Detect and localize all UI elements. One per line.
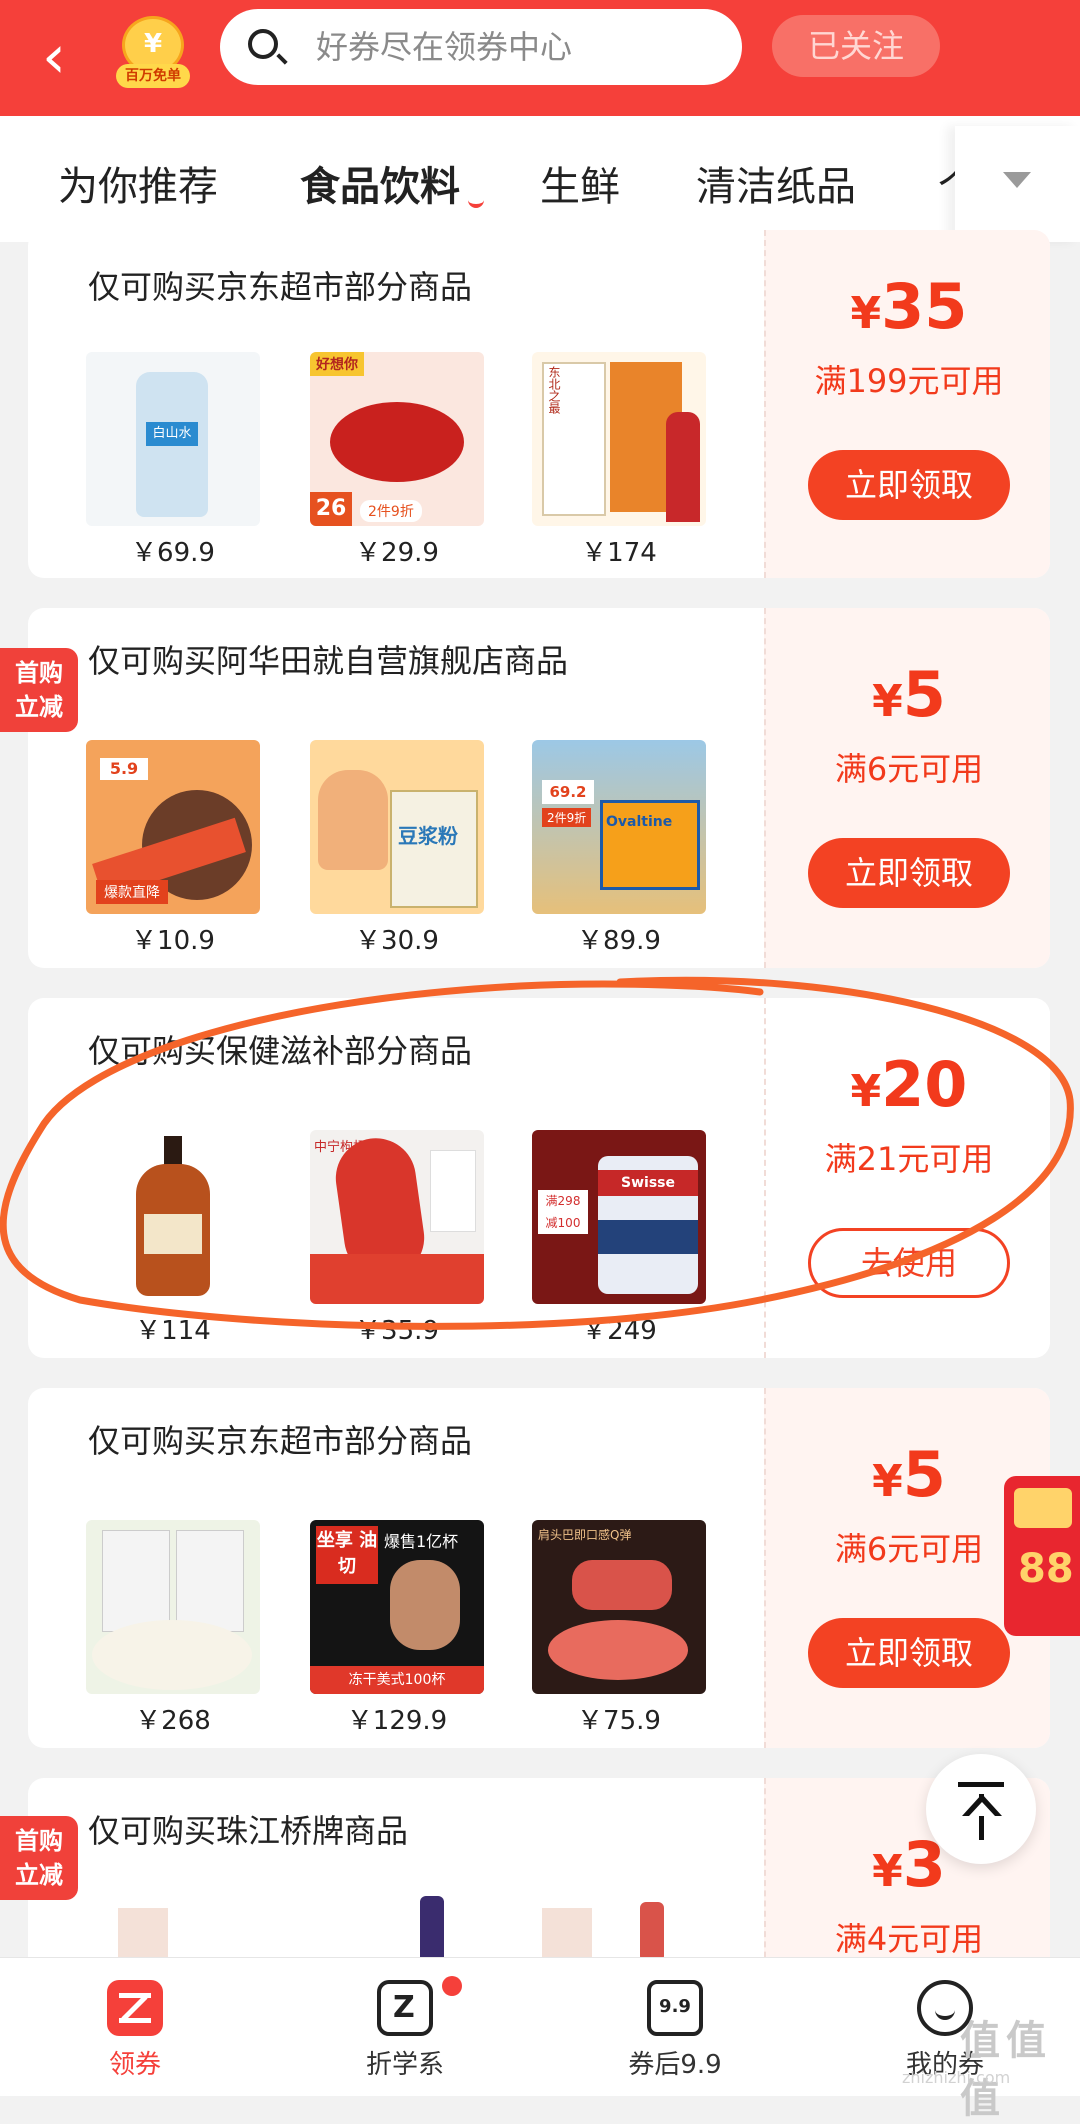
coupon-card: 仅可购买京东超市部分商品 ￥268 坐享 油切 爆售1亿杯 冻干美式100杯 ￥… (28, 1388, 1050, 1748)
coupon-value-panel: ¥5 满6元可用 立即领取 (764, 608, 1050, 968)
product-image: 好想你 26 2件9折 (310, 352, 484, 526)
coupon-title: 仅可购买保健滋补部分商品 (88, 1032, 473, 1070)
product-item[interactable]: 豆浆粉 ￥30.9 (310, 740, 484, 957)
coupon-title: 仅可购买阿华田就自营旗舰店商品 (88, 642, 569, 680)
coupon-condition: 满4元可用 (834, 1920, 984, 1958)
product-price: ￥30.9 (355, 926, 439, 956)
badge-label: 百万免单 (116, 64, 190, 88)
red-envelope-float[interactable]: 88 (1004, 1476, 1080, 1636)
coupon-card: 仅可购买阿华田就自营旗舰店商品 5.9 爆款直降 ￥10.9 豆浆粉 ￥30.9… (28, 608, 1050, 968)
product-price: ￥114 (135, 1316, 211, 1346)
product-image: 坐享 油切 爆售1亿杯 冻干美式100杯 (310, 1520, 484, 1694)
use-coupon-button[interactable]: 去使用 (808, 1228, 1010, 1298)
coupon-amount: ¥35 (850, 270, 968, 343)
product-image: 白山水 (86, 352, 260, 526)
site-watermark-url: zhizhizhi.com (902, 2068, 1011, 2087)
product-item[interactable]: 白山水 ￥69.9 (86, 352, 260, 569)
product-item[interactable]: ￥268 (86, 1520, 260, 1737)
product-image: 69.2 2件9折 Ovaltine (532, 740, 706, 914)
follow-button[interactable]: 已关注 (772, 15, 940, 77)
product-image: 中宁枸杞 (310, 1130, 484, 1304)
product-item[interactable]: 好想你 26 2件9折 ￥29.9 (310, 352, 484, 569)
nav-item-coupons[interactable]: 领券 (0, 1958, 270, 2096)
coupon-condition: 满6元可用 (834, 750, 984, 788)
product-price: ￥174 (581, 538, 657, 568)
notification-dot (442, 1976, 462, 1996)
tab-cleaning-paper[interactable]: 清洁纸品 (696, 154, 856, 212)
back-arrow-icon[interactable]: ‹ (42, 22, 102, 92)
z-box-icon: Z (377, 1980, 433, 2036)
site-watermark: 值值值 (960, 2018, 1052, 2122)
search-icon (248, 29, 278, 59)
coupon-value-panel: ¥35 满199元可用 立即领取 (764, 230, 1050, 578)
product-item[interactable]: 坐享 油切 爆售1亿杯 冻干美式100杯 ￥129.9 (310, 1520, 484, 1737)
first-purchase-discount-tag: 首购 立减 (0, 1816, 78, 1900)
expand-tabs-chevron-icon[interactable] (955, 126, 1080, 242)
product-price: ￥10.9 (131, 926, 215, 956)
product-item[interactable]: 69.2 2件9折 Ovaltine ￥89.9 (532, 740, 706, 957)
product-price: ￥89.9 (577, 926, 661, 956)
product-item[interactable]: 东北之最 ￥174 (532, 352, 706, 569)
top-header: ‹ 百万免单 好券尽在领券中心 已关注 (0, 0, 1080, 116)
product-item[interactable]: 5.9 爆款直降 ￥10.9 (86, 740, 260, 957)
nine-nine-icon: 9.9 (647, 1980, 703, 2036)
coupon-amount: ¥5 (872, 658, 946, 731)
tab-fresh[interactable]: 生鲜 (540, 154, 620, 212)
first-purchase-discount-tag: 首购 立减 (0, 648, 78, 732)
claim-coupon-button[interactable]: 立即领取 (808, 1618, 1010, 1688)
nav-item-after-coupon-9-9[interactable]: 9.9 券后9.9 (540, 1958, 810, 2096)
product-image: 5.9 爆款直降 (86, 740, 260, 914)
coupon-title: 仅可购买珠江桥牌商品 (88, 1812, 409, 1850)
product-image (86, 1130, 260, 1304)
product-price: ￥35.9 (355, 1316, 439, 1346)
product-item[interactable]: 满298 减100 Swisse ￥249 (532, 1130, 706, 1347)
product-image (86, 1520, 260, 1694)
product-item[interactable]: 中宁枸杞 ￥35.9 (310, 1130, 484, 1347)
tab-recommend[interactable]: 为你推荐 (58, 154, 218, 212)
product-price: ￥249 (581, 1316, 657, 1346)
search-placeholder: 好券尽在领券中心 (316, 28, 573, 66)
back-to-top-icon[interactable] (926, 1754, 1036, 1864)
product-image: 肩头巴即口感Q弹 (532, 1520, 706, 1694)
coupon-amount: ¥20 (850, 1048, 968, 1121)
category-tabs: 为你推荐 食品饮料 生鲜 清洁纸品 个 (0, 116, 1080, 242)
claim-coupon-button[interactable]: 立即领取 (808, 838, 1010, 908)
search-input[interactable]: 好券尽在领券中心 (220, 9, 742, 85)
tab-food-drinks[interactable]: 食品饮料 (300, 154, 460, 212)
product-price: ￥69.9 (131, 538, 215, 568)
coupon-card: 仅可购买京东超市部分商品 白山水 ￥69.9 好想你 26 2件9折 ￥29.9… (28, 230, 1050, 578)
product-image: 豆浆粉 (310, 740, 484, 914)
product-price: ￥75.9 (577, 1706, 661, 1736)
nav-item-zhexuexi[interactable]: Z 折学系 (270, 1958, 540, 2096)
coupon-card: 仅可购买保健滋补部分商品 ￥114 中宁枸杞 ￥35.9 满298 减100 S… (28, 998, 1050, 1358)
coupon-condition: 满199元可用 (814, 362, 1004, 400)
coupon-condition: 满21元可用 (824, 1140, 994, 1178)
product-item[interactable]: ￥114 (86, 1130, 260, 1347)
product-image: 东北之最 (532, 352, 706, 526)
product-price: ￥29.9 (355, 538, 439, 568)
coupon-card: 仅可购买珠江桥牌商品 ¥3 满4元可用 (28, 1778, 1050, 1978)
claim-coupon-button[interactable]: 立即领取 (808, 450, 1010, 520)
product-price: ￥129.9 (346, 1706, 448, 1736)
coupon-title: 仅可购买京东超市部分商品 (88, 1422, 473, 1460)
product-price: ￥268 (135, 1706, 211, 1736)
coupon-z-icon (107, 1980, 163, 2036)
coupon-value-panel: ¥20 满21元可用 去使用 (764, 998, 1050, 1358)
million-free-order-badge[interactable]: 百万免单 (116, 16, 190, 88)
product-image: 满298 减100 Swisse (532, 1130, 706, 1304)
product-item[interactable]: 肩头巴即口感Q弹 ￥75.9 (532, 1520, 706, 1737)
coupon-title: 仅可购买京东超市部分商品 (88, 268, 473, 306)
